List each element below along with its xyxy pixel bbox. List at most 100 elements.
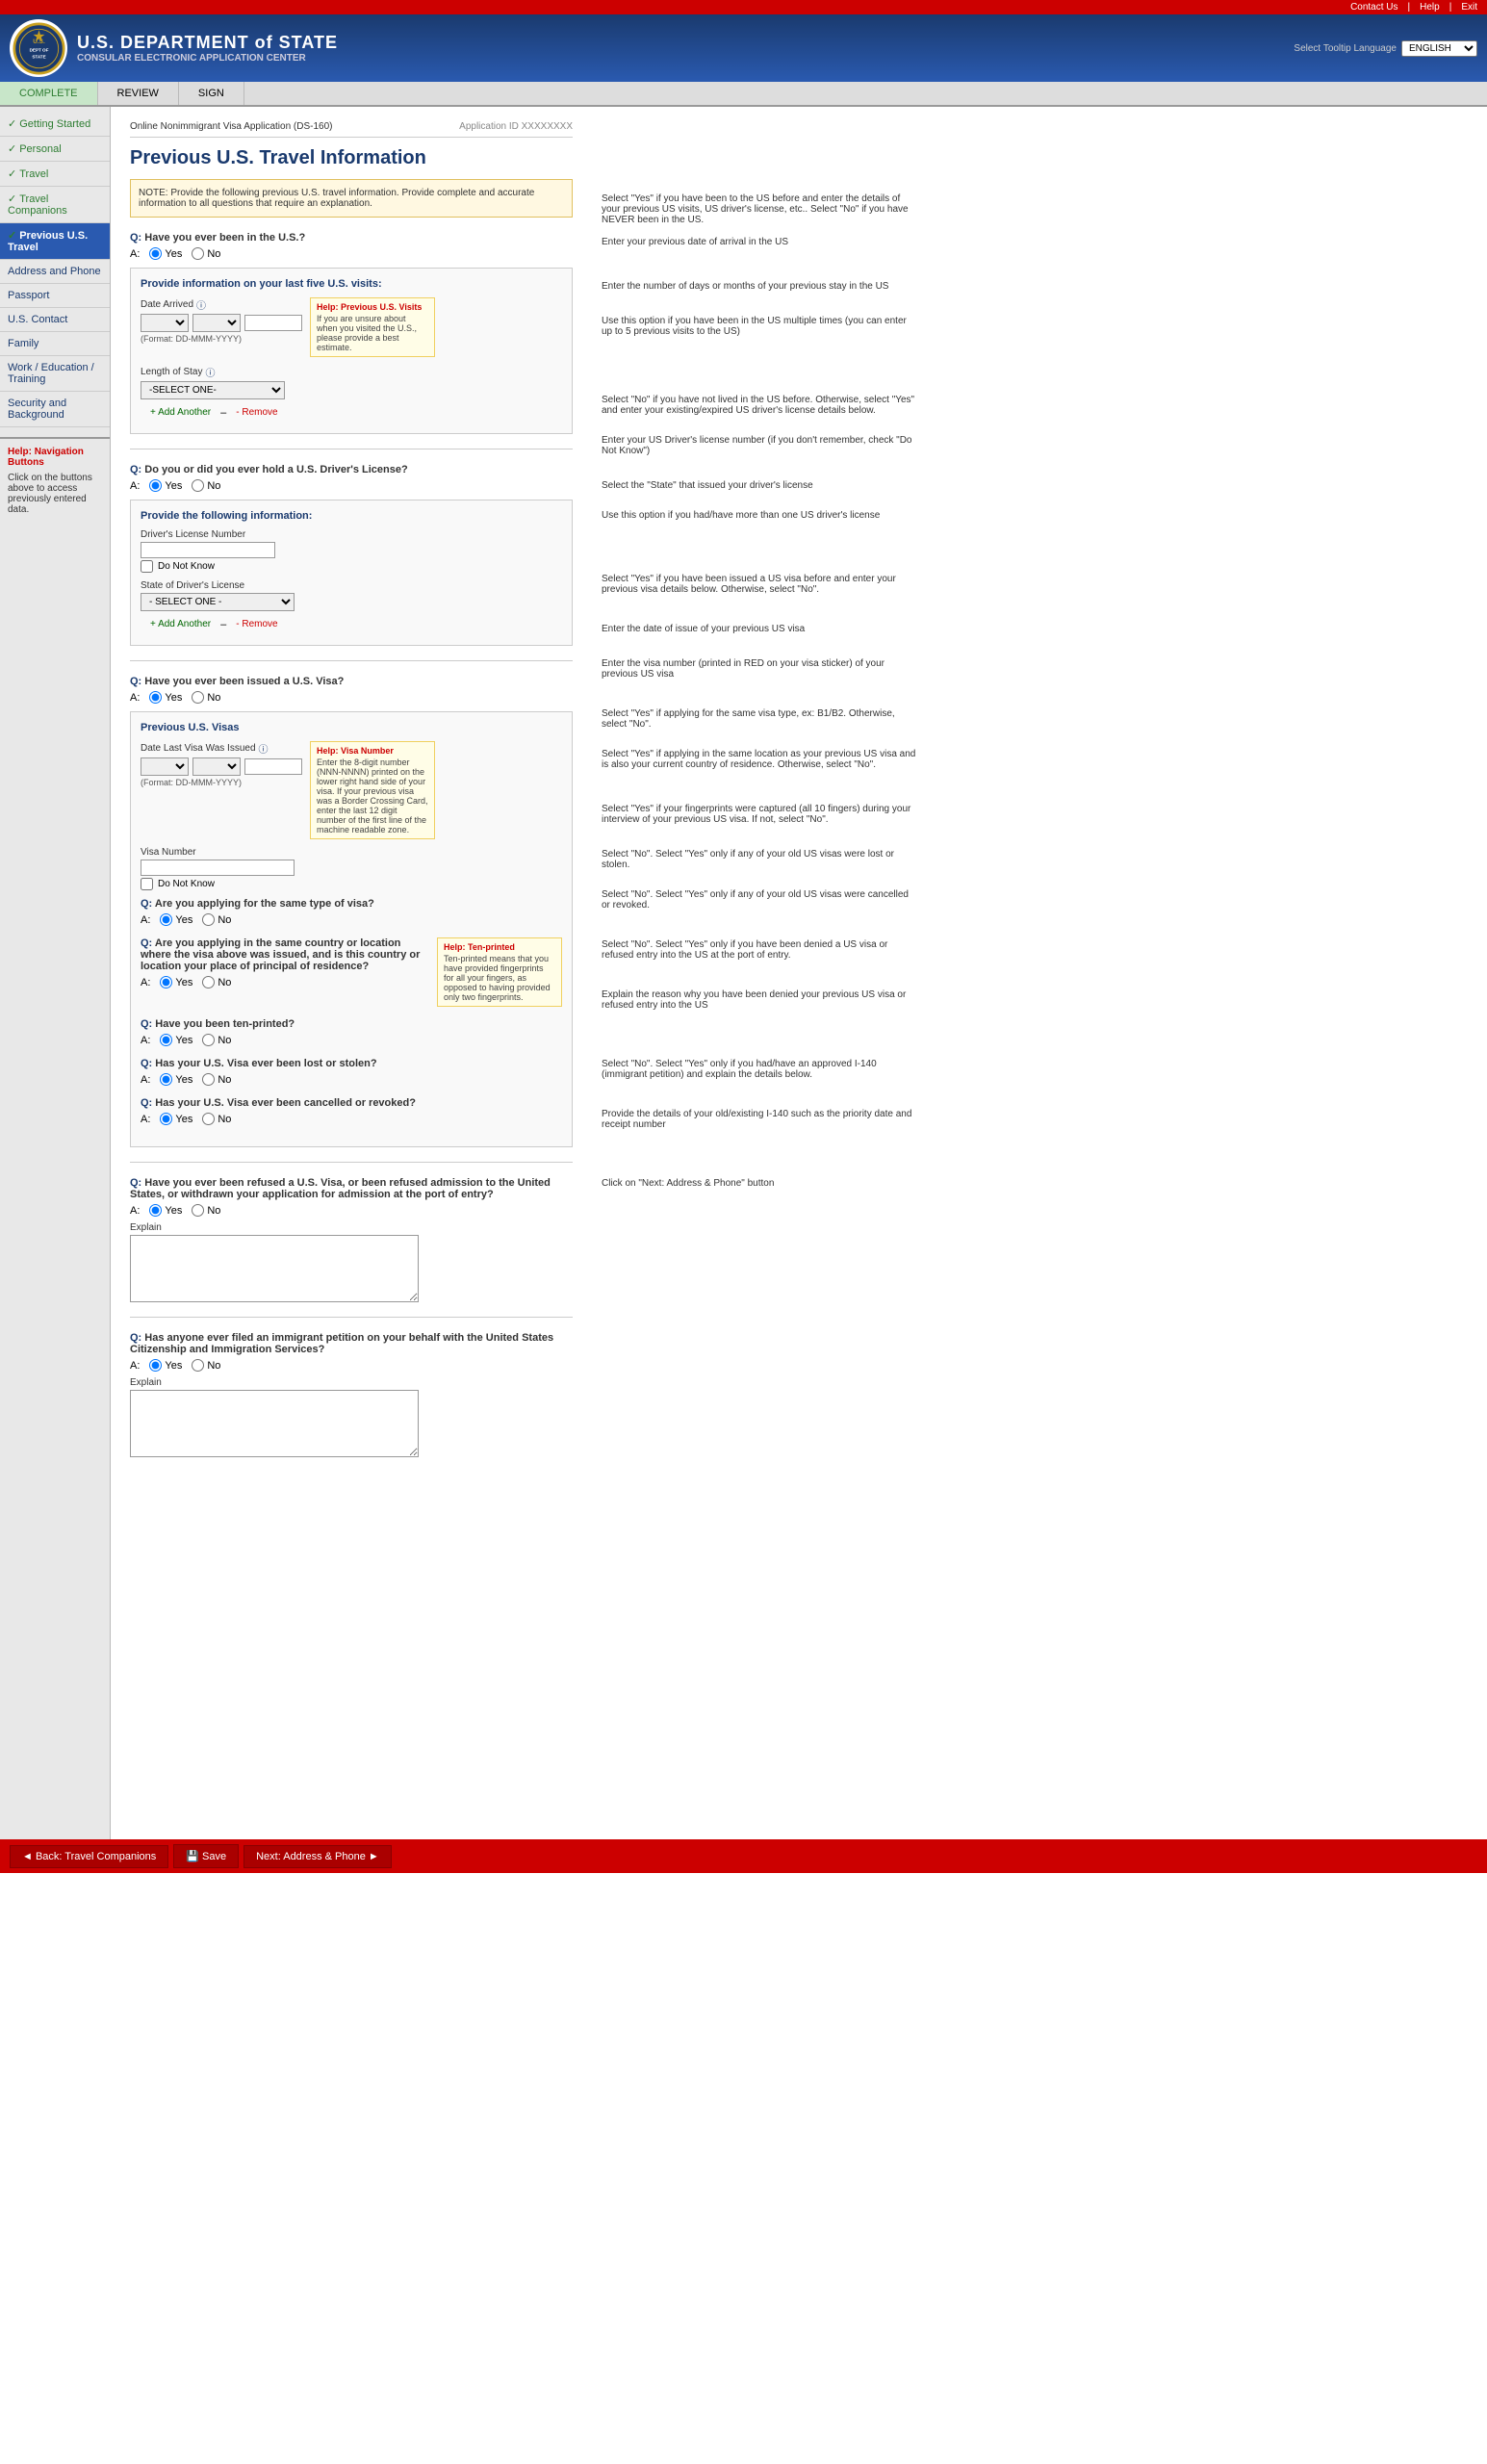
remove-visit-link[interactable]: - Remove: [236, 407, 277, 419]
q3-yes-radio[interactable]: [149, 691, 162, 704]
exit-link[interactable]: Exit: [1461, 2, 1477, 13]
help-link[interactable]: Help: [1420, 2, 1440, 13]
sidebar-item-passport[interactable]: Passport: [0, 284, 110, 308]
q3a-no-radio[interactable]: [202, 913, 215, 926]
q3b-no-label[interactable]: No: [202, 976, 231, 988]
q3c-no-radio[interactable]: [202, 1034, 215, 1046]
visa-date-year[interactable]: [244, 758, 302, 775]
q3e-yes-radio[interactable]: [160, 1113, 172, 1125]
remove-license-link[interactable]: - Remove: [236, 619, 277, 630]
language-select[interactable]: ENGLISH ESPAÑOL FRANÇAIS: [1401, 40, 1477, 57]
q3c-yes-radio[interactable]: [160, 1034, 172, 1046]
tab-sign[interactable]: SIGN: [179, 82, 244, 105]
add-another-license-link[interactable]: + Add Another: [150, 619, 211, 630]
q3e-no-label[interactable]: No: [202, 1113, 231, 1125]
q5-no-label[interactable]: No: [192, 1359, 220, 1372]
license-do-not-know-checkbox[interactable]: [141, 560, 153, 573]
question-drivers-license: Q: Do you or did you ever hold a U.S. Dr…: [130, 464, 573, 646]
question-same-country: Q: Are you applying in the same country …: [141, 937, 562, 1007]
sidebar-item-travel-companions[interactable]: ✓Travel Companions: [0, 187, 110, 223]
q1-yes-radio[interactable]: [149, 247, 162, 260]
q5-yes-radio[interactable]: [149, 1359, 162, 1372]
visa-number-input[interactable]: [141, 860, 295, 876]
contact-us-link[interactable]: Contact Us: [1350, 2, 1397, 13]
q2-no-radio[interactable]: [192, 479, 204, 492]
q3c-yes-label[interactable]: Yes: [160, 1034, 192, 1046]
visa-do-not-know-checkbox[interactable]: [141, 878, 153, 890]
visa-date-day[interactable]: 0102: [141, 757, 189, 776]
q4-yes-radio[interactable]: [149, 1204, 162, 1217]
q2-yes-radio[interactable]: [149, 479, 162, 492]
q1-yes-label[interactable]: Yes: [149, 247, 182, 260]
tab-review[interactable]: REVIEW: [98, 82, 179, 105]
visa-date-month[interactable]: JANFEB: [192, 757, 241, 776]
state-license-row: State of Driver's License - SELECT ONE -…: [141, 580, 562, 611]
sidebar-item-travel[interactable]: ✓Travel: [0, 162, 110, 187]
length-stay-select[interactable]: -SELECT ONE- Days Months Years: [141, 381, 285, 399]
visa-date-info-icon[interactable]: ⓘ: [259, 741, 269, 756]
annotation-15: Select "No". Select "Yes" only if any of…: [602, 849, 919, 870]
q3-yes-label[interactable]: Yes: [149, 691, 182, 704]
sidebar-item-personal[interactable]: ✓Personal: [0, 137, 110, 162]
q3e-yes-label[interactable]: Yes: [160, 1113, 192, 1125]
form-meta: Online Nonimmigrant Visa Application (DS…: [130, 121, 573, 138]
question-ten-printed: Q: Have you been ten-printed? A: Yes No: [141, 1018, 562, 1046]
q5-explain-group: Explain: [130, 1377, 573, 1457]
q4-no-label[interactable]: No: [192, 1204, 220, 1217]
sidebar-item-work-education[interactable]: Work / Education / Training: [0, 356, 110, 392]
q5-yes-label[interactable]: Yes: [149, 1359, 182, 1372]
q5-no-radio[interactable]: [192, 1359, 204, 1372]
q2-no-label[interactable]: No: [192, 479, 220, 492]
length-info-icon[interactable]: ⓘ: [206, 365, 216, 379]
q3-no-radio[interactable]: [192, 691, 204, 704]
help-previous-visits: Help: Previous U.S. Visits If you are un…: [310, 297, 435, 357]
q3a-no-label[interactable]: No: [202, 913, 231, 926]
page-title: Previous U.S. Travel Information: [130, 147, 573, 169]
q1-no-radio[interactable]: [192, 247, 204, 260]
q3a-yes-radio[interactable]: [160, 913, 172, 926]
date-arrived-day[interactable]: 010203: [141, 314, 189, 332]
sidebar-item-security[interactable]: Security and Background: [0, 392, 110, 427]
q3d-yes-radio[interactable]: [160, 1073, 172, 1086]
date-info-icon[interactable]: ⓘ: [196, 297, 206, 312]
q4-yes-label[interactable]: Yes: [149, 1204, 182, 1217]
add-remove-license: + Add Another – - Remove: [150, 619, 562, 630]
add-another-visit-link[interactable]: + Add Another: [150, 407, 211, 419]
sidebar-item-family[interactable]: Family: [0, 332, 110, 356]
sidebar-item-previous-us-travel[interactable]: ✓Previous U.S. Travel: [0, 223, 110, 260]
annotation-5: Select "No" if you have not lived in the…: [602, 395, 919, 416]
q3d-no-label[interactable]: No: [202, 1073, 231, 1086]
q3a-yes-label[interactable]: Yes: [160, 913, 192, 926]
next-button[interactable]: Next: Address & Phone ►: [244, 1845, 392, 1868]
save-button[interactable]: 💾 Save: [173, 1844, 239, 1868]
state-license-select[interactable]: - SELECT ONE - ALAKAZCA COFLGANY TXWA: [141, 593, 295, 611]
q3b-yes-radio[interactable]: [160, 976, 172, 988]
q4-no-radio[interactable]: [192, 1204, 204, 1217]
back-button[interactable]: ◄ Back: Travel Companions: [10, 1845, 168, 1868]
q3b-yes-label[interactable]: Yes: [160, 976, 192, 988]
q5-explain-textarea[interactable]: [130, 1390, 419, 1457]
tab-complete[interactable]: COMPLETE: [0, 82, 98, 105]
q3e-no-radio[interactable]: [202, 1113, 215, 1125]
q3-no-label[interactable]: No: [192, 691, 220, 704]
check-icon: ✓: [8, 143, 16, 155]
q4-explain-textarea[interactable]: [130, 1235, 419, 1302]
q3c-no-label[interactable]: No: [202, 1034, 231, 1046]
date-arrived-month[interactable]: JANFEBMAR: [192, 314, 241, 332]
date-arrived-year[interactable]: [244, 315, 302, 331]
language-selector-area: Select Tooltip Language ENGLISH ESPAÑOL …: [1294, 40, 1477, 57]
q3b-no-radio[interactable]: [202, 976, 215, 988]
q3d-yes-label[interactable]: Yes: [160, 1073, 192, 1086]
license-number-input[interactable]: [141, 542, 275, 558]
date-arrived-row: Date Arrived ⓘ 010203 JANFEBM: [141, 297, 562, 357]
sidebar-item-getting-started[interactable]: ✓Getting Started: [0, 112, 110, 137]
q2-yes-label[interactable]: Yes: [149, 479, 182, 492]
q1-no-label[interactable]: No: [192, 247, 220, 260]
sidebar-item-address-phone[interactable]: Address and Phone: [0, 260, 110, 284]
check-icon: ✓: [8, 230, 16, 242]
license-number-group: Driver's License Number Do Not Know: [141, 529, 275, 573]
q3d-no-radio[interactable]: [202, 1073, 215, 1086]
sidebar-item-us-contact[interactable]: U.S. Contact: [0, 308, 110, 332]
q2-subsection: Provide the following information: Drive…: [130, 500, 573, 646]
annotation-3: Enter the number of days or months of yo…: [602, 281, 919, 292]
